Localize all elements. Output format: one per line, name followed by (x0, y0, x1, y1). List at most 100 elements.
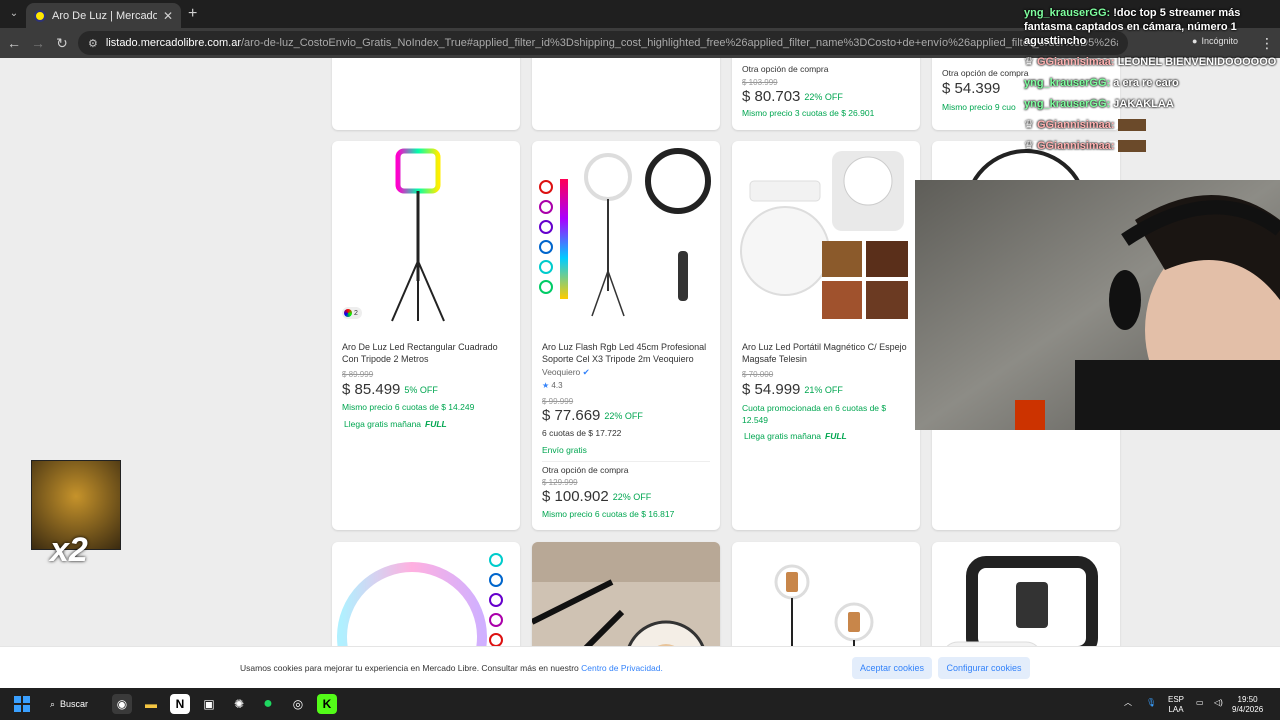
product-card[interactable]: 2 Aro De Luz Led Rectangular Cuadrado Co… (332, 141, 520, 530)
old-price: $ 99.999 (542, 397, 574, 406)
price: $ 54.399 (942, 80, 1001, 97)
star-icon: ★ (542, 381, 550, 390)
installments-text: Cuota promocionada en 6 cuotas de $ 12.5… (742, 403, 887, 425)
shipping-full: Llega gratis mañana FULL (744, 431, 847, 441)
emote-image (1117, 140, 1146, 153)
cookie-banner: Usamos cookies para mejorar tu experienc… (0, 646, 1280, 688)
file-explorer-icon[interactable]: ▬ (141, 694, 161, 714)
price: $ 54.999 21% OFF (742, 381, 843, 398)
product-image[interactable] (532, 141, 720, 331)
chat-message: ♛ GGiannisimaa: (1024, 118, 1280, 132)
chat-text: JAKAKLAA (1113, 98, 1174, 110)
accept-cookies-button[interactable]: Aceptar cookies (852, 657, 932, 679)
forward-arrow-icon[interactable]: → (30, 35, 46, 51)
clock[interactable]: 19:50 9/4/2026 (1232, 695, 1263, 715)
product-card[interactable] (332, 542, 520, 646)
product-image[interactable] (332, 542, 520, 646)
other-option-label: Otra opción de compra (742, 64, 829, 74)
price: $ 85.499 5% OFF (342, 381, 438, 398)
product-image[interactable] (732, 542, 920, 646)
product-title[interactable]: Aro De Luz Led Rectangular Cuadrado Con … (342, 341, 512, 365)
old-price: $ 89.999 (342, 370, 374, 379)
site-info-icon[interactable]: ⚙ (88, 37, 98, 50)
old-price: $ 129.999 (542, 478, 578, 487)
chrome-icon[interactable]: ◉ (112, 694, 132, 714)
installments-text: Mismo precio 6 cuotas de $ 14.249 (342, 402, 475, 412)
tab-mercadolibre[interactable]: Aro De Luz | MercadoLibre ✕ (26, 3, 181, 28)
address-bar[interactable]: ⚙ listado.mercadolibre.com.ar/aro-de-luz… (78, 31, 1128, 55)
taskbar: ⌕ Buscar ◉ ▬ N ▣ ✺ ● ◎ K ︿ 🎙 ESP LAA ▭ ◁) … (0, 688, 1280, 720)
old-price: $ 103.999 (742, 78, 778, 87)
price: $ 77.669 22% OFF (542, 407, 643, 424)
close-tab-icon[interactable]: ✕ (163, 9, 173, 23)
microphone-icon[interactable]: 🎙 (1146, 698, 1156, 708)
seller-name[interactable]: Veoquiero ✔ (542, 367, 590, 378)
chat-message: yng_krauserGG: !doc top 5 streamer más f… (1024, 6, 1280, 48)
price: $ 100.902 22% OFF (542, 488, 652, 505)
meme-overlay: x2 (31, 460, 121, 569)
product-title[interactable]: Aro Luz Flash Rgb Led 45cm Profesional S… (542, 341, 712, 365)
stream-chat: yng_krauserGG: !doc top 5 streamer más f… (1024, 6, 1280, 176)
chat-username: yng_krauserGG: (1024, 7, 1111, 19)
product-card[interactable] (532, 542, 720, 646)
search-icon: ⌕ (50, 698, 56, 709)
tray-chevron-icon[interactable]: ︿ (1124, 698, 1132, 708)
obs-icon[interactable]: ◎ (288, 694, 308, 714)
product-image[interactable] (732, 141, 920, 331)
taskbar-search[interactable]: ⌕ Buscar (50, 694, 88, 714)
chat-username: yng_krauserGG: (1024, 98, 1111, 110)
chat-message: yng_krauserGG: a era re caro (1024, 76, 1280, 90)
streamer-image (915, 180, 1280, 430)
app-icon[interactable]: ▣ (199, 694, 219, 714)
installments-text: Mismo precio 6 cuotas de $ 16.817 (542, 509, 675, 519)
price: $ 80.703 22% OFF (742, 88, 843, 105)
product-card[interactable]: Otra opción de compra $ 103.999 $ 80.703… (732, 58, 920, 130)
product-card[interactable] (732, 542, 920, 646)
product-image[interactable] (932, 542, 1120, 646)
emote-image (1117, 119, 1146, 132)
kick-icon[interactable]: K (317, 694, 337, 714)
shipping-full: Llega gratis mañana FULL (344, 419, 447, 429)
back-arrow-icon[interactable]: ← (6, 35, 22, 51)
installments-text: Mismo precio 9 cuo (942, 102, 1016, 112)
installments-text: 6 cuotas de $ 17.722 (542, 428, 622, 438)
language-indicator[interactable]: ESP LAA (1168, 695, 1184, 715)
product-image[interactable] (332, 141, 520, 331)
webcam-feed (915, 180, 1280, 430)
spotify-icon[interactable]: ● (258, 694, 278, 714)
shipping-text: Envío gratis (542, 445, 587, 455)
chat-username: GGiannisimaa: (1036, 140, 1115, 152)
tab-title: Aro De Luz | MercadoLibre (52, 9, 157, 22)
new-tab-button[interactable]: + (188, 5, 197, 23)
notion-icon[interactable]: N (170, 694, 190, 714)
volume-icon[interactable]: ◁) (1214, 698, 1223, 708)
multiplier-label: x2 (50, 531, 88, 569)
verified-icon: ✔ (582, 367, 590, 377)
crown-icon: ♛ (1024, 140, 1034, 152)
tab-search-icon[interactable]: ⌄ (6, 6, 22, 22)
product-card[interactable] (532, 58, 720, 130)
color-variants-badge: 2 (342, 307, 362, 319)
cookie-message: Usamos cookies para mejorar tu experienc… (240, 663, 663, 673)
other-option-label: Otra opción de compra (942, 68, 1029, 78)
product-title[interactable]: Aro Luz Led Portátil Magnético C/ Espejo… (742, 341, 912, 365)
chat-message: yng_krauserGG: JAKAKLAA (1024, 97, 1280, 111)
reload-icon[interactable]: ↻ (54, 35, 70, 51)
rating: ★ 4.3 (542, 381, 563, 390)
windows-start-icon[interactable] (12, 694, 32, 714)
network-icon[interactable]: ▭ (1196, 698, 1204, 708)
crown-icon: ♛ (1024, 56, 1034, 68)
product-image[interactable] (532, 542, 720, 646)
mercadolibre-favicon-icon (34, 9, 46, 22)
configure-cookies-button[interactable]: Configurar cookies (938, 657, 1030, 679)
privacy-center-link[interactable]: Centro de Privacidad. (581, 663, 663, 673)
crown-icon: ♛ (1024, 119, 1034, 131)
other-option-label: Otra opción de compra (542, 465, 629, 475)
product-card[interactable] (932, 542, 1120, 646)
product-card[interactable]: Aro Luz Flash Rgb Led 45cm Profesional S… (532, 141, 720, 530)
chatgpt-icon[interactable]: ✺ (229, 694, 249, 714)
chat-text: a era re caro (1113, 77, 1179, 89)
product-card[interactable] (332, 58, 520, 130)
product-card[interactable]: Aro Luz Led Portátil Magnético C/ Espejo… (732, 141, 920, 530)
url-text: listado.mercadolibre.com.ar/aro-de-luz_C… (105, 37, 1118, 49)
